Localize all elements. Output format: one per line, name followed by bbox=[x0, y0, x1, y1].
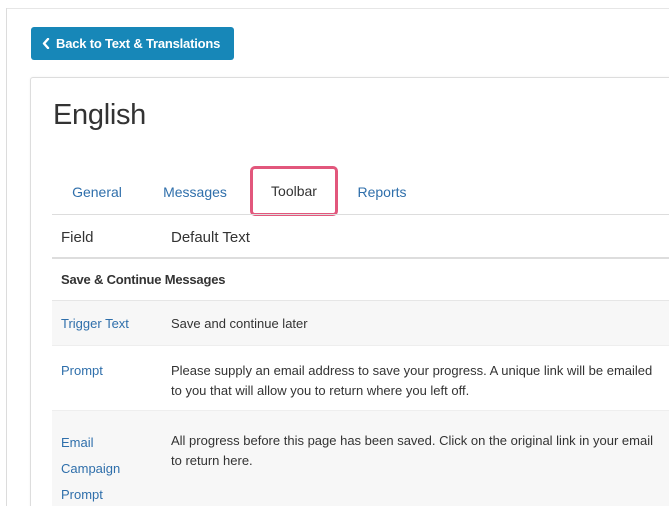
frame-left-divider bbox=[6, 8, 7, 506]
field-link-line: Campaign bbox=[61, 461, 121, 476]
default-text-value: All progress before this page has been s… bbox=[171, 433, 653, 468]
back-button-label: Back to Text & Translations bbox=[56, 36, 221, 51]
tab-bar: General Messages Toolbar Reports bbox=[52, 166, 669, 216]
default-text-value: Save and continue later bbox=[171, 316, 308, 331]
back-to-text-translations-button[interactable]: Back to Text & Translations bbox=[31, 27, 235, 60]
page-title: English bbox=[53, 99, 147, 131]
column-header-field: Field bbox=[61, 229, 94, 246]
field-link-trigger-text[interactable]: Trigger Text bbox=[61, 314, 129, 334]
frame-top-divider bbox=[6, 8, 669, 9]
tab-toolbar[interactable]: Toolbar bbox=[250, 166, 338, 216]
field-link-email-campaign-prompt[interactable]: Email Campaign Prompt bbox=[61, 430, 141, 506]
section-title: Save & Continue Messages bbox=[61, 272, 226, 287]
field-link-line: Prompt bbox=[61, 487, 103, 502]
page: Back to Text & Translations English Gene… bbox=[0, 0, 669, 506]
table-row: Email Campaign Prompt All progress befor… bbox=[52, 410, 669, 506]
tab-general[interactable]: General bbox=[52, 168, 142, 215]
section-header: Save & Continue Messages bbox=[52, 259, 669, 301]
column-header-default-text: Default Text bbox=[171, 229, 250, 246]
table-row: Prompt Please supply an email address to… bbox=[52, 345, 669, 410]
field-link-prompt[interactable]: Prompt bbox=[61, 361, 103, 381]
tab-reports[interactable]: Reports bbox=[346, 168, 418, 215]
field-link-line: Email bbox=[61, 435, 94, 450]
chevron-left-icon bbox=[42, 38, 50, 49]
tab-messages[interactable]: Messages bbox=[149, 168, 241, 215]
table-row: Trigger Text Save and continue later bbox=[52, 301, 669, 345]
table-header: Field Default Text bbox=[52, 215, 669, 259]
default-text-value: Please supply an email address to save y… bbox=[171, 363, 653, 398]
